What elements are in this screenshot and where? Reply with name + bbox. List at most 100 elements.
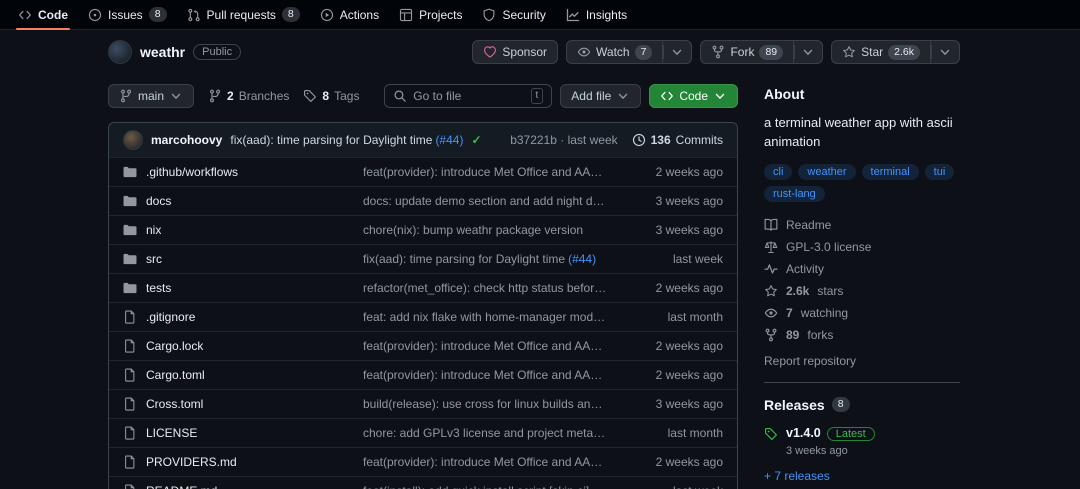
table-row[interactable]: tests refactor(met_office): check http s… [109, 273, 737, 302]
topics-list: cli weather terminal tui rust-lang [764, 163, 960, 202]
watching-link[interactable]: 7 watching [764, 302, 960, 324]
forks-link[interactable]: 89 forks [764, 324, 960, 346]
commit-message[interactable]: chore(nix): bump weathr package version [363, 223, 608, 237]
file-name[interactable]: Cargo.lock [146, 339, 203, 353]
commit-message[interactable]: fix(aad): time parsing for Daylight time… [363, 252, 608, 266]
topic-tag[interactable]: terminal [861, 163, 919, 180]
commit-message[interactable]: build(release): use cross for linux buil… [363, 397, 608, 411]
commit-message[interactable]: feat(provider): introduce Met Office and… [363, 455, 608, 469]
commits-history-link[interactable]: 136 Commits [632, 133, 723, 147]
repo-main: main 2 Branches 8 Tags t [108, 70, 738, 489]
add-file-button[interactable]: Add file [560, 84, 642, 108]
watch-dropdown-button[interactable] [663, 40, 693, 64]
topic-tag[interactable]: weather [798, 163, 856, 180]
commit-message[interactable]: feat: add nix flake with home-manager mo… [363, 310, 608, 324]
divider [764, 381, 960, 383]
file-name[interactable]: .github/workflows [146, 165, 238, 179]
repo-actions: Sponsor Watch 7 Fork 89 Star 2.6k [472, 40, 960, 64]
issue-link[interactable]: (#44) [568, 252, 596, 266]
latest-commit-message[interactable]: fix(aad): time parsing for Daylight time… [230, 133, 463, 147]
topic-tag[interactable]: cli [764, 163, 793, 180]
commit-author-avatar[interactable] [123, 130, 143, 150]
stars-link[interactable]: 2.6k stars [764, 280, 960, 302]
topic-tag[interactable]: rust-lang [764, 185, 825, 202]
code-button[interactable]: Code [649, 84, 738, 108]
table-row[interactable]: nix chore(nix): bump weathr package vers… [109, 215, 737, 244]
tab-issues[interactable]: Issues 8 [78, 0, 177, 29]
commit-author-link[interactable]: marcohoovy [151, 133, 222, 147]
tab-code[interactable]: Code [8, 0, 78, 30]
table-row[interactable]: src fix(aad): time parsing for Daylight … [109, 244, 737, 273]
commit-message[interactable]: chore: add GPLv3 license and project met… [363, 426, 608, 440]
star-count-badge: 2.6k [888, 44, 920, 60]
commit-message[interactable]: feat(provider): introduce Met Office and… [363, 165, 608, 179]
table-row[interactable]: Cross.toml build(release): use cross for… [109, 389, 737, 418]
file-name[interactable]: .gitignore [146, 310, 195, 324]
commit-age: 2 weeks ago [655, 165, 723, 179]
license-link[interactable]: GPL-3.0 license [764, 236, 960, 258]
chevron-down-icon [169, 89, 183, 103]
file-name[interactable]: README.md [146, 484, 217, 489]
commit-message[interactable]: feat(provider): introduce Met Office and… [363, 339, 608, 353]
checks-status-icon[interactable]: ✓ [471, 133, 481, 147]
tab-security[interactable]: Security [472, 0, 555, 29]
star-icon [842, 45, 856, 59]
add-file-label: Add file [571, 89, 612, 103]
table-row[interactable]: PROVIDERS.md feat(provider): introduce M… [109, 447, 737, 476]
file-name[interactable]: Cross.toml [146, 397, 203, 411]
readme-link[interactable]: Readme [764, 214, 960, 236]
tags-link[interactable]: 8 Tags [303, 89, 359, 103]
commit-message[interactable]: docs: update demo section and add night … [363, 194, 608, 208]
commit-issue-link[interactable]: (#44) [435, 133, 463, 147]
topic-tag[interactable]: tui [924, 163, 955, 180]
tab-pull-requests[interactable]: Pull requests 8 [177, 0, 310, 29]
latest-release-link[interactable]: v1.4.0 Latest 3 weeks ago [764, 426, 960, 457]
tab-projects[interactable]: Projects [389, 0, 472, 29]
branch-selector-button[interactable]: main [108, 84, 195, 108]
graph-icon [566, 8, 580, 22]
go-to-file-input[interactable] [413, 89, 525, 103]
file-name[interactable]: Cargo.toml [146, 368, 205, 382]
repo-meta-list: Readme GPL-3.0 license Activity 2.6k sta… [764, 214, 960, 368]
table-row[interactable]: docs docs: update demo section and add n… [109, 186, 737, 215]
releases-count-badge: 8 [831, 397, 850, 413]
commit-message[interactable]: refactor(met_office): check http status … [363, 281, 608, 295]
fork-dropdown-button[interactable] [794, 40, 824, 64]
tab-insights[interactable]: Insights [556, 0, 637, 29]
table-row[interactable]: LICENSE chore: add GPLv3 license and pro… [109, 418, 737, 447]
code-button-label: Code [679, 89, 708, 103]
commit-message[interactable]: feat(install): add quick install script … [363, 484, 608, 489]
star-dropdown-button[interactable] [931, 40, 960, 64]
fork-button[interactable]: Fork 89 [700, 40, 795, 64]
folder-icon [123, 165, 137, 179]
commit-message[interactable]: feat(provider): introduce Met Office and… [363, 368, 608, 382]
table-row[interactable]: .gitignore feat: add nix flake with home… [109, 302, 737, 331]
table-row[interactable]: README.md feat(install): add quick insta… [109, 476, 737, 489]
file-name[interactable]: docs [146, 194, 171, 208]
eye-icon [764, 306, 778, 320]
git-branch-icon [208, 89, 222, 103]
table-row[interactable]: .github/workflows feat(provider): introd… [109, 157, 737, 186]
commit-age: last month [667, 426, 723, 440]
report-repository-link[interactable]: Report repository [764, 354, 960, 368]
file-name[interactable]: nix [146, 223, 161, 237]
repo-name-link[interactable]: weathr [140, 44, 185, 60]
file-name[interactable]: tests [146, 281, 171, 295]
watch-button[interactable]: Watch 7 [566, 40, 664, 64]
sponsor-button[interactable]: Sponsor [472, 40, 559, 64]
tab-actions[interactable]: Actions [310, 0, 389, 29]
branches-link[interactable]: 2 Branches [208, 89, 289, 103]
file-name[interactable]: LICENSE [146, 426, 197, 440]
file-name[interactable]: PROVIDERS.md [146, 455, 237, 469]
repo-title: weathr Public [108, 40, 242, 64]
separator-dot: · [560, 133, 565, 147]
table-row[interactable]: Cargo.lock feat(provider): introduce Met… [109, 331, 737, 360]
sponsor-label: Sponsor [502, 45, 548, 59]
activity-link[interactable]: Activity [764, 258, 960, 280]
table-row[interactable]: Cargo.toml feat(provider): introduce Met… [109, 360, 737, 389]
star-button[interactable]: Star 2.6k [831, 40, 931, 64]
issue-opened-icon [88, 8, 102, 22]
file-name[interactable]: src [146, 252, 162, 266]
commit-hash-link[interactable]: b37221b [510, 133, 557, 147]
more-releases-link[interactable]: + 7 releases [764, 469, 960, 483]
